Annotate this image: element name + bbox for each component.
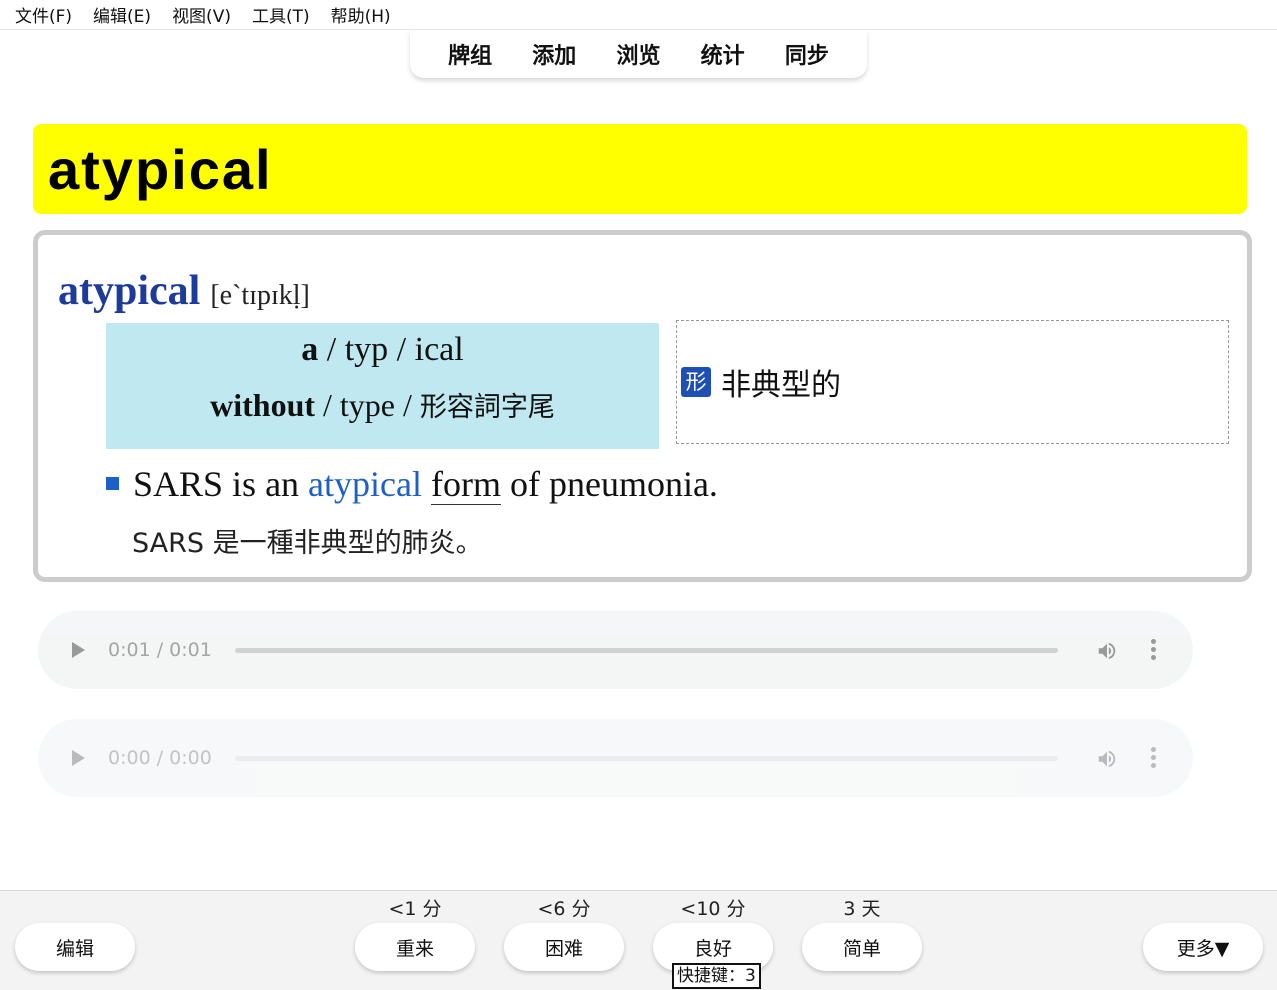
- etymology-suffix-meaning: 形容詞字尾: [419, 392, 555, 423]
- audio-time: 0:01 / 0:01: [108, 639, 212, 661]
- front-word: atypical: [48, 137, 273, 201]
- headword-line: atypical [e`tɪpɪkḷ]: [58, 267, 310, 315]
- play-icon[interactable]: [72, 642, 85, 658]
- tab-add[interactable]: 添加: [532, 38, 576, 70]
- tab-sync[interactable]: 同步: [785, 38, 829, 70]
- more-button[interactable]: 更多▼: [1143, 923, 1263, 971]
- example-space: [422, 464, 431, 504]
- edit-button[interactable]: 编辑: [15, 923, 135, 971]
- headword: atypical: [58, 268, 201, 314]
- interval-again: <1 分: [388, 898, 442, 920]
- menu-view[interactable]: 视图(V): [172, 2, 231, 27]
- audio-progress[interactable]: [235, 648, 1058, 653]
- etymology-rest: / typ / ical: [318, 331, 464, 368]
- etymology-parts: a / typ / ical: [106, 331, 659, 369]
- more-options-icon[interactable]: [1151, 639, 1157, 661]
- example-sentence: SARS is an atypical form of pneumonia.: [106, 463, 718, 505]
- example-translation: SARS 是一種非典型的肺炎。: [132, 528, 483, 559]
- menu-tools[interactable]: 工具(T): [252, 2, 310, 27]
- tab-stats[interactable]: 统计: [701, 38, 745, 70]
- interval-good: <10 分: [680, 898, 746, 920]
- meaning-text: 非典型的: [721, 368, 841, 403]
- etymology-prefix-meaning: without: [210, 387, 316, 423]
- menu-file[interactable]: 文件(F): [15, 2, 72, 27]
- etymology-box: a / typ / ical without / type / 形容詞字尾: [106, 323, 659, 449]
- again-button[interactable]: 重来: [355, 923, 475, 971]
- front-word-banner: atypical: [33, 124, 1247, 214]
- phonetic: [e`tɪpɪkḷ]: [210, 280, 310, 311]
- menu-help[interactable]: 帮助(H): [331, 2, 391, 27]
- more-options-icon[interactable]: [1151, 747, 1157, 769]
- example-keyword: atypical: [308, 464, 422, 504]
- meaning-box: 形 非典型的: [676, 320, 1229, 444]
- etymology-meanings: without / type / 形容詞字尾: [106, 385, 659, 424]
- volume-icon[interactable]: [1096, 640, 1118, 662]
- menu-edit[interactable]: 编辑(E): [93, 2, 151, 27]
- answer-bar: 编辑 <1 分 重来 <6 分 困难 <10 分 良好 3 天 简单 快捷键：3…: [0, 890, 1277, 990]
- interval-hard: <6 分: [537, 898, 591, 920]
- definition-card: atypical [e`tɪpɪkḷ] a / typ / ical withou…: [33, 230, 1252, 582]
- etymology-mid: / type /: [315, 387, 420, 423]
- audio-time: 0:00 / 0:00: [108, 747, 212, 769]
- part-of-speech-badge: 形: [681, 367, 711, 397]
- volume-icon[interactable]: [1096, 748, 1118, 770]
- interval-easy: 3 天: [843, 898, 881, 920]
- shortcut-hint: 快捷键：3: [672, 963, 761, 989]
- example-underlined: form: [431, 464, 501, 505]
- audio-player: 0:01 / 0:01: [38, 611, 1193, 689]
- easy-button[interactable]: 简单: [802, 923, 922, 971]
- example-pre: SARS is an: [133, 464, 309, 504]
- audio-player: 0:00 / 0:00: [38, 719, 1193, 797]
- audio-progress[interactable]: [235, 756, 1058, 761]
- tab-decks[interactable]: 牌组: [448, 38, 492, 70]
- bullet-icon: [106, 477, 119, 491]
- example-post: of pneumonia.: [500, 464, 718, 504]
- menu-bar: 文件(F) 编辑(E) 视图(V) 工具(T) 帮助(H): [0, 0, 1277, 30]
- hard-button[interactable]: 困难: [504, 923, 624, 971]
- tab-browse[interactable]: 浏览: [616, 38, 660, 70]
- etymology-prefix: a: [301, 331, 319, 368]
- play-icon[interactable]: [72, 750, 85, 766]
- top-nav: 牌组 添加 浏览 统计 同步: [410, 30, 867, 78]
